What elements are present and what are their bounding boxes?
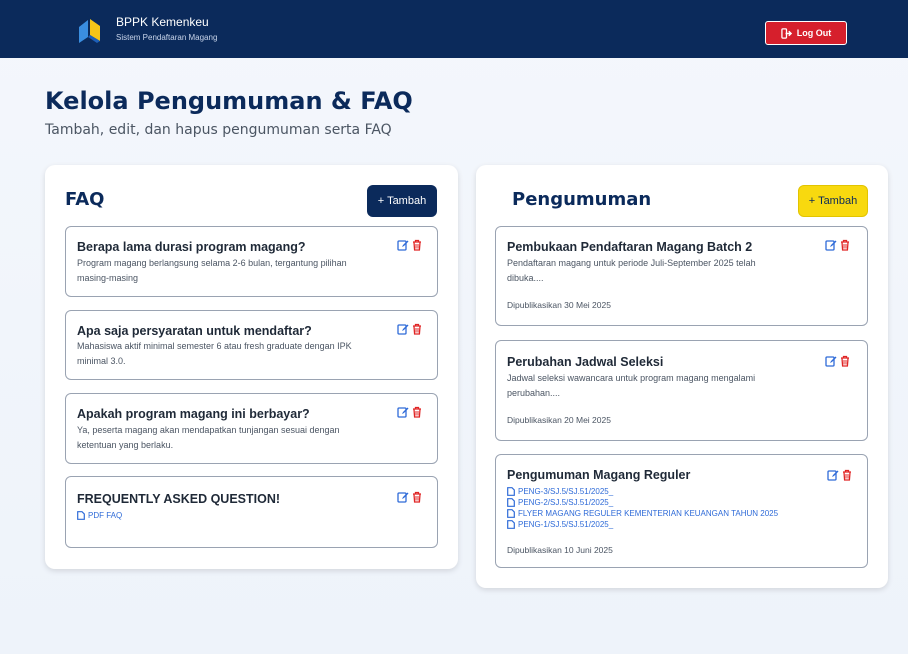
faq-question: Apa saja persyaratan untuk mendaftar?: [77, 324, 312, 338]
page-subtitle: Tambah, edit, dan hapus pengumuman serta…: [45, 122, 392, 138]
edit-icon[interactable]: [397, 323, 409, 335]
attachment-link[interactable]: PENG-3/SJ.5/SJ.51/2025_: [507, 486, 778, 497]
announcement-title: Pengumuman Magang Reguler: [507, 468, 691, 482]
announcement-body: Jadwal seleksi wawancara untuk program m…: [507, 373, 756, 398]
add-faq-button[interactable]: + Tambah: [367, 185, 437, 217]
file-icon: [507, 498, 515, 507]
faq-answer: Mahasiswa aktif minimal semester 6 atau …: [77, 341, 352, 366]
announcement-title: Pembukaan Pendaftaran Magang Batch 2: [507, 240, 753, 254]
logout-button[interactable]: Log Out: [765, 21, 847, 45]
faq-card: FREQUENTLY ASKED QUESTION! PDF FAQ: [65, 476, 438, 548]
kemenkeu-logo-icon: [79, 19, 100, 43]
brand-title: BPPK Kemenkeu: [116, 15, 209, 29]
add-announcement-button[interactable]: + Tambah: [798, 185, 868, 217]
edit-icon[interactable]: [397, 491, 409, 503]
trash-icon[interactable]: [411, 323, 423, 335]
file-icon: [507, 520, 515, 529]
edit-icon[interactable]: [825, 355, 837, 367]
logout-label: Log Out: [796, 28, 832, 38]
announcement-card: Pembukaan Pendaftaran Magang Batch 2 Pen…: [495, 226, 868, 326]
trash-icon[interactable]: [839, 239, 851, 251]
announcement-title: Perubahan Jadwal Seleksi: [507, 355, 664, 369]
file-icon: [507, 509, 515, 518]
announcement-card: Perubahan Jadwal Seleksi Jadwal seleksi …: [495, 340, 868, 441]
brand-subtitle: Sistem Pendaftaran Magang: [116, 33, 218, 42]
page-title: Kelola Pengumuman & FAQ: [45, 87, 413, 115]
announcement-heading: Pengumuman: [512, 189, 652, 210]
trash-icon[interactable]: [411, 491, 423, 503]
file-icon: [507, 487, 515, 496]
faq-card: Apa saja persyaratan untuk mendaftar? Ma…: [65, 310, 438, 380]
faq-question: Berapa lama durasi program magang?: [77, 240, 306, 254]
faq-panel: FAQ + Tambah Berapa lama durasi program …: [45, 165, 458, 569]
faq-answer: Program magang berlangsung selama 2-6 bu…: [77, 258, 347, 283]
link-label: PDF FAQ: [88, 511, 123, 520]
trash-icon[interactable]: [839, 355, 851, 367]
announcement-card: Pengumuman Magang Reguler PENG-3/SJ.5/SJ…: [495, 454, 868, 568]
link-label: PENG-2/SJ.5/SJ.51/2025_: [518, 498, 614, 507]
link-label: PENG-1/SJ.5/SJ.51/2025_: [518, 520, 614, 529]
attachment-link[interactable]: PENG-1/SJ.5/SJ.51/2025_: [507, 519, 778, 530]
link-label: PENG-3/SJ.5/SJ.51/2025_: [518, 487, 614, 496]
trash-icon[interactable]: [411, 406, 423, 418]
faq-question: Apakah program magang ini berbayar?: [77, 407, 310, 421]
logout-icon: [781, 27, 792, 39]
faq-card: Berapa lama durasi program magang? Progr…: [65, 226, 438, 297]
edit-icon[interactable]: [825, 239, 837, 251]
announcement-date: Dipublikasikan 30 Mei 2025: [507, 300, 611, 310]
trash-icon[interactable]: [411, 239, 423, 251]
edit-icon[interactable]: [397, 239, 409, 251]
announcement-panel: Pengumuman + Tambah Pembukaan Pendaftara…: [476, 165, 888, 588]
announcement-date: Dipublikasikan 10 Juni 2025: [507, 545, 613, 555]
pdf-faq-link[interactable]: PDF FAQ: [77, 510, 122, 521]
edit-icon[interactable]: [397, 406, 409, 418]
faq-card: Apakah program magang ini berbayar? Ya, …: [65, 393, 438, 464]
trash-icon[interactable]: [841, 469, 853, 481]
announcement-date: Dipublikasikan 20 Mei 2025: [507, 415, 611, 425]
attachment-link[interactable]: PENG-2/SJ.5/SJ.51/2025_: [507, 497, 778, 508]
edit-icon[interactable]: [827, 469, 839, 481]
faq-heading: FAQ: [65, 189, 105, 210]
link-label: FLYER MAGANG REGULER KEMENTERIAN KEUANGA…: [518, 509, 779, 518]
faq-question: FREQUENTLY ASKED QUESTION!: [77, 492, 281, 506]
faq-answer: Ya, peserta magang akan mendapatkan tunj…: [77, 425, 340, 450]
announcement-body: Pendaftaran magang untuk periode Juli-Se…: [507, 258, 756, 283]
top-navbar: BPPK Kemenkeu Sistem Pendaftaran Magang …: [0, 0, 908, 58]
file-icon: [77, 511, 85, 520]
attachment-link[interactable]: FLYER MAGANG REGULER KEMENTERIAN KEUANGA…: [507, 508, 778, 519]
